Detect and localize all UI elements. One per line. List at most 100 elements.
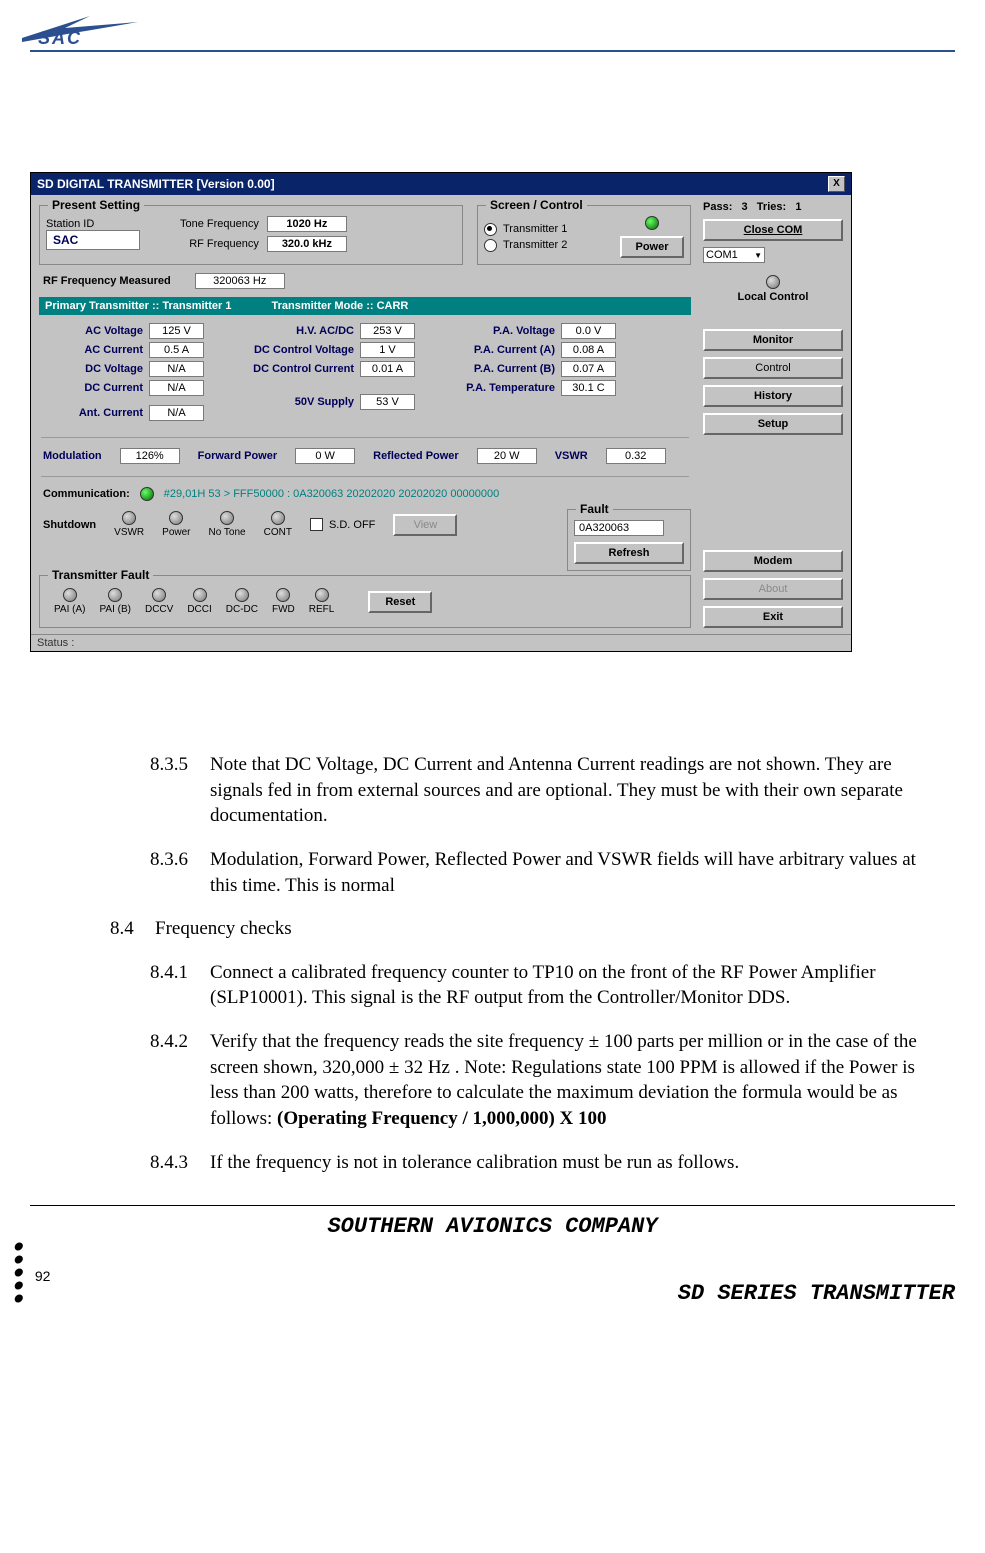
supply50-label: 50V Supply: [234, 396, 354, 408]
led-grey-icon: [108, 588, 122, 602]
led-grey-icon: [63, 588, 77, 602]
chevron-down-icon: ▼: [754, 251, 762, 260]
comm-led-icon: [140, 487, 154, 501]
footer-rule: [30, 1205, 955, 1206]
modulation-value: 126%: [120, 448, 180, 464]
tfault-legend: Transmitter Fault: [48, 568, 153, 582]
control-button[interactable]: Control: [703, 357, 843, 379]
para-842-text: Verify that the frequency reads the site…: [210, 1029, 935, 1132]
shutdown-notone: No Tone: [209, 511, 246, 538]
tone-freq-label: Tone Frequency: [180, 218, 259, 230]
radio-tx1[interactable]: Transmitter 1: [484, 223, 567, 236]
ref-power-label: Reflected Power: [373, 450, 459, 462]
formula-bold: (Operating Frequency / 1,000,000) X 100: [277, 1108, 607, 1129]
view-button[interactable]: View: [393, 514, 457, 536]
screen-control-legend: Screen / Control: [486, 198, 587, 212]
ac-voltage-label: AC Voltage: [43, 325, 143, 337]
vswr-label: VSWR: [555, 450, 588, 462]
pa-temp-label: P.A. Temperature: [445, 382, 555, 394]
tf-dccv: DCCV: [145, 588, 173, 615]
led-grey-icon: [276, 588, 290, 602]
mode-band: Primary Transmitter :: Transmitter 1 Tra…: [39, 297, 691, 315]
footer-product: SD SERIES TRANSMITTER: [678, 1281, 955, 1306]
exit-button[interactable]: Exit: [703, 606, 843, 628]
comm-text: #29,01H 53 > FFF50000 : 0A320063 2020202…: [164, 488, 499, 500]
footer-company: SOUTHERN AVIONICS COMPANY: [30, 1214, 955, 1239]
tf-paib: PAI (B): [99, 588, 130, 615]
rf-measured-value: 320063 Hz: [195, 273, 285, 289]
about-button[interactable]: About: [703, 578, 843, 600]
fwd-power-label: Forward Power: [198, 450, 277, 462]
status-bar: Status :: [31, 634, 851, 651]
tf-fwd: FWD: [272, 588, 295, 615]
hv-label: H.V. AC/DC: [234, 325, 354, 337]
station-id-label: Station ID: [46, 218, 140, 230]
com-select[interactable]: COM1 ▼: [703, 247, 765, 263]
window-title: SD DIGITAL TRANSMITTER [Version 0.00]: [37, 177, 275, 191]
shutdown-label: Shutdown: [43, 519, 96, 531]
dc-ctrl-curr-label: DC Control Current: [234, 363, 354, 375]
ref-power-value: 20 W: [477, 448, 537, 464]
led-grey-icon: [193, 588, 207, 602]
para-84-num: 8.4: [110, 916, 155, 942]
close-com-button[interactable]: Close COM: [703, 219, 843, 241]
pa-curr-a-label: P.A. Current (A): [445, 344, 555, 356]
svg-text:SAC: SAC: [38, 28, 82, 46]
titlebar: SD DIGITAL TRANSMITTER [Version 0.00] X: [31, 173, 851, 195]
tf-dcdc: DC-DC: [226, 588, 258, 615]
dc-ctrl-volt-value: 1 V: [360, 342, 415, 358]
led-grey-icon: [122, 511, 136, 525]
tf-dcci: DCCI: [187, 588, 211, 615]
para-836-num: 8.3.6: [150, 847, 210, 898]
modulation-label: Modulation: [43, 450, 102, 462]
pa-voltage-label: P.A. Voltage: [445, 325, 555, 337]
refresh-button[interactable]: Refresh: [574, 542, 684, 564]
shutdown-vswr: VSWR: [114, 511, 144, 538]
close-icon[interactable]: X: [828, 176, 845, 192]
comm-label: Communication:: [43, 488, 130, 500]
page-number: 92: [35, 1268, 51, 1284]
monitor-button[interactable]: Monitor: [703, 329, 843, 351]
sac-logo: SAC: [20, 10, 955, 46]
present-setting-legend: Present Setting: [48, 198, 144, 212]
tone-freq-value: 1020 Hz: [267, 216, 347, 232]
ant-current-label: Ant. Current: [43, 407, 143, 419]
dc-voltage-value: N/A: [149, 361, 204, 377]
header-rule: [30, 50, 955, 52]
led-grey-icon: [152, 588, 166, 602]
tf-refl: REFL: [309, 588, 335, 615]
app-window: SD DIGITAL TRANSMITTER [Version 0.00] X …: [30, 172, 852, 652]
led-grey-icon: [271, 511, 285, 525]
shutdown-power: Power: [162, 511, 190, 538]
ac-current-value: 0.5 A: [149, 342, 204, 358]
footer-dots-icon: •••••: [10, 1245, 27, 1306]
modem-button[interactable]: Modem: [703, 550, 843, 572]
para-841-text: Connect a calibrated frequency counter t…: [210, 960, 935, 1011]
sd-off-checkbox[interactable]: S.D. OFF: [310, 518, 375, 531]
fault-value: 0A320063: [574, 520, 664, 536]
pa-curr-b-label: P.A. Current (B): [445, 363, 555, 375]
para-835-text: Note that DC Voltage, DC Current and Ant…: [210, 752, 935, 829]
reset-button[interactable]: Reset: [368, 591, 432, 613]
rf-freq-value: 320.0 kHz: [267, 236, 347, 252]
tx-mode-label: Transmitter Mode :: CARR: [271, 300, 408, 312]
local-control-label: Local Control: [738, 291, 809, 303]
power-button[interactable]: Power: [620, 236, 684, 258]
pa-voltage-value: 0.0 V: [561, 323, 616, 339]
primary-tx-label: Primary Transmitter :: Transmitter 1: [45, 300, 231, 312]
supply50-value: 53 V: [360, 394, 415, 410]
pass-tries-label: Pass: 3 Tries: 1: [703, 201, 843, 213]
para-843-text: If the frequency is not in tolerance cal…: [210, 1150, 739, 1176]
ac-current-label: AC Current: [43, 344, 143, 356]
fwd-power-value: 0 W: [295, 448, 355, 464]
para-84-text: Frequency checks: [155, 916, 292, 942]
para-843-num: 8.4.3: [150, 1150, 210, 1176]
history-button[interactable]: History: [703, 385, 843, 407]
radio-tx2[interactable]: Transmitter 2: [484, 239, 567, 252]
para-835-num: 8.3.5: [150, 752, 210, 829]
dc-ctrl-curr-value: 0.01 A: [360, 361, 415, 377]
dc-current-value: N/A: [149, 380, 204, 396]
shutdown-cont: CONT: [264, 511, 292, 538]
setup-button[interactable]: Setup: [703, 413, 843, 435]
rf-freq-label: RF Frequency: [189, 238, 259, 250]
